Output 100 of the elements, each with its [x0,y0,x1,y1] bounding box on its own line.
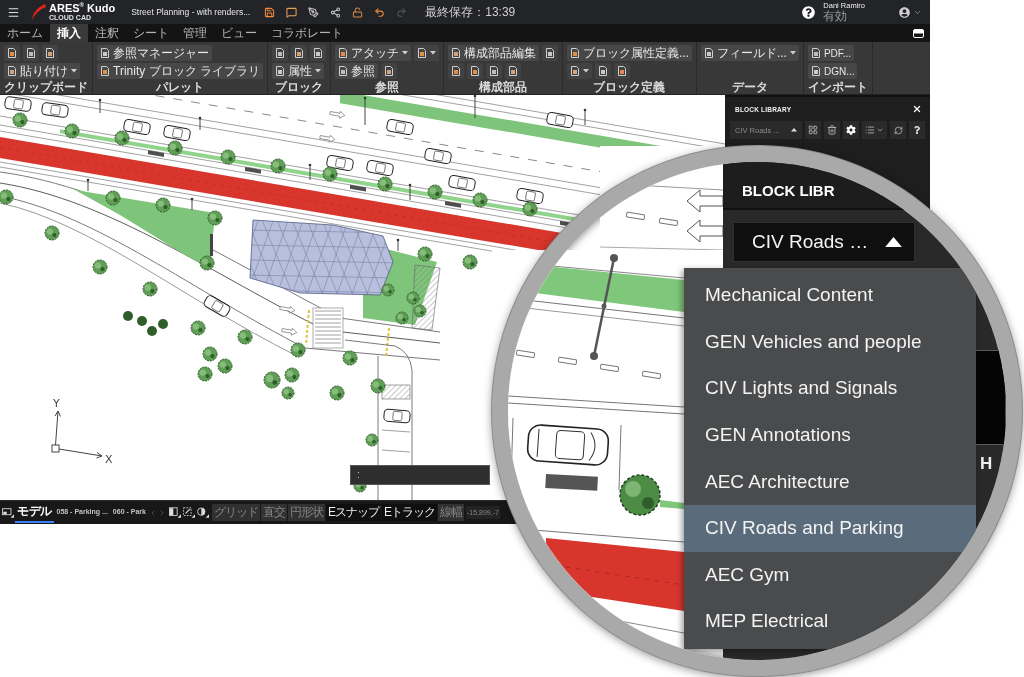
ribbon-tab[interactable]: 注釈 [88,24,126,42]
user-icon[interactable] [899,6,910,18]
document-icon [544,48,555,58]
axis-label: X [105,453,113,466]
library-option[interactable]: AEC Gym [684,551,976,599]
ribbon-button[interactable]: 参照マネージャー [97,45,212,61]
document-icon [810,48,821,58]
grid-icon [808,125,818,135]
block-thumbnail[interactable] [975,350,1006,445]
panel-title: BLOCK LIBR [742,183,835,198]
pen-icon[interactable] [308,6,320,18]
status-toggle[interactable]: 線幅 [438,504,464,521]
settings-button[interactable] [843,121,859,139]
ribbon-icon-button[interactable] [466,63,483,79]
chevron-down-icon [876,126,884,134]
menu-icon[interactable] [7,5,20,19]
ribbon-icon-button[interactable] [23,45,39,61]
layout-tab[interactable]: モデル [15,502,54,523]
document-icon [383,66,394,76]
ribbon-icon-button[interactable] [271,45,288,61]
ribbon-group-label: ブロック [274,80,323,94]
ribbon-button[interactable]: フィールド... [700,45,799,61]
last-saved-time: 最終保存：13:39 [425,3,516,21]
comment-icon[interactable] [286,6,298,18]
unlock-icon[interactable] [352,6,364,18]
document-icon [569,66,580,76]
delete-button[interactable] [824,121,840,139]
library-option[interactable]: MEP Electrical [684,598,976,645]
ribbon-tab[interactable]: ホーム [0,24,50,42]
status-toggle[interactable]: Eトラック [381,504,437,521]
help-icon[interactable] [802,5,816,19]
block-label: H [980,455,993,473]
ribbon-button[interactable]: アタッチ [334,45,411,61]
close-icon[interactable] [912,104,922,114]
share-icon[interactable] [330,6,342,18]
add-block-button[interactable] [805,121,821,139]
document-icon [810,66,821,76]
status-toggle[interactable]: 円形状 [287,504,325,521]
ribbon-icon-button[interactable] [380,63,397,79]
ribbon-icon-button[interactable] [485,63,502,79]
ribbon-tab[interactable]: 挿入 [50,24,88,42]
command-line-field[interactable]: : [350,465,490,485]
document-icon [450,48,461,58]
ribbon-button[interactable]: Trinity ブロック ライブラリ [97,63,263,79]
document-icon [488,66,499,76]
ribbon-icon-button[interactable] [309,45,326,61]
status-toggle[interactable]: グリッド [211,504,260,521]
logo-name: ARES$^{®}$ Kudo [49,2,116,14]
ribbon-button[interactable]: 属性 [271,63,324,79]
window-icon[interactable] [913,28,924,38]
help-icon [913,126,921,134]
ribbon-icon-button[interactable] [42,45,58,61]
ribbon-icon-button[interactable] [290,45,307,61]
document-icon [7,48,17,58]
ribbon-button[interactable]: 参照 [334,63,378,79]
ribbon-group-label: 構成部品 [478,80,527,94]
document-icon [703,48,714,58]
ribbon-icon-button[interactable] [594,63,611,79]
status-toggle[interactable]: Eスナップ [325,504,381,521]
ribbon-tab[interactable]: シート [126,24,176,42]
document-icon [337,66,348,76]
document-icon [416,48,427,58]
ribbon-icon-button[interactable] [4,45,20,61]
ribbon-icon-button[interactable] [413,45,439,61]
status-toggle[interactable]: 直交 [260,504,287,521]
ribbon-button[interactable]: ブロック属性定義... [566,45,692,61]
ribbon-group-label: ブロック定義 [593,80,666,94]
document-icon [45,48,55,58]
ribbon-icon-button[interactable] [613,63,630,79]
document-icon [569,48,580,58]
help-button[interactable] [909,121,925,139]
dashed-frame-icon[interactable] [182,507,195,518]
ribbon-icon-button[interactable] [566,63,592,79]
ribbon-icon-button[interactable] [447,63,464,79]
list-icon [865,125,875,135]
ribbon-button[interactable]: 構成部品編集 [447,45,539,61]
ribbon-group-label: インポート [807,80,868,94]
ribbon-button[interactable]: PDF... [807,45,855,61]
library-select[interactable]: CIV Roads … [733,222,915,262]
split-square-icon[interactable] [168,507,181,518]
user-status: 有効 [823,10,849,23]
document-icon [312,48,323,58]
ribbon-button[interactable]: 貼り付け [4,63,80,79]
library-option[interactable]: CIV Roads and Parking [684,504,976,552]
ribbon-icon-button[interactable] [504,63,521,79]
half-circle-icon[interactable] [196,507,209,518]
refresh-icon [893,125,903,135]
ribbon-tab[interactable]: 管理 [176,24,214,42]
document-icon [507,66,518,76]
undo-icon[interactable] [374,6,386,18]
ribbon-tab[interactable]: コラボレート [264,24,350,42]
settings-icon [846,125,856,135]
trash-icon [827,125,837,135]
ribbon-button[interactable]: DGN... [807,63,858,79]
save-icon[interactable] [264,6,276,18]
viewport-icon[interactable] [2,507,14,518]
ribbon-icon-button[interactable] [541,45,558,61]
sync-button[interactable] [890,121,906,139]
ribbon-tab[interactable]: ビュー [214,24,264,42]
document-icon [616,66,627,76]
